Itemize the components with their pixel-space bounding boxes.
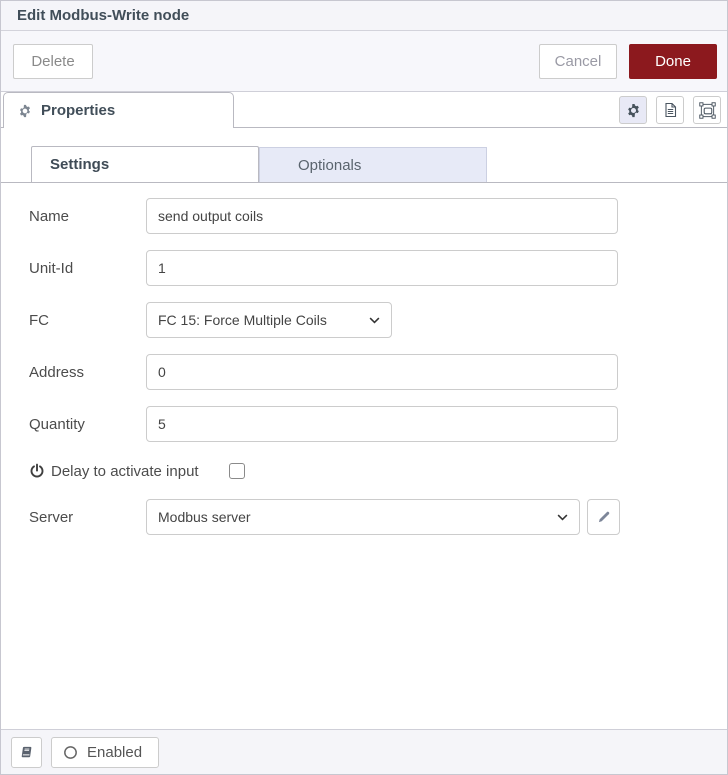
server-select[interactable]: Modbus server [146, 499, 580, 535]
fc-label: FC [29, 311, 49, 329]
delay-label: Delay to activate input [51, 462, 199, 480]
name-row: Name [29, 198, 727, 234]
gear-icon [626, 103, 641, 118]
fc-select[interactable]: FC 15: Force Multiple Coils [146, 302, 392, 338]
dialog-title: Edit Modbus-Write node [17, 7, 190, 24]
fc-selected-value: FC 15: Force Multiple Coils [158, 312, 327, 328]
quantity-row: Quantity [29, 406, 727, 442]
address-input[interactable] [146, 354, 618, 390]
optionals-tab-label: Optionals [298, 156, 362, 174]
dialog-toolbar: Delete Cancel Done [1, 31, 727, 92]
settings-tab-label: Settings [50, 156, 110, 173]
dialog-footer: Enabled [1, 729, 727, 774]
chevron-down-icon [557, 513, 568, 521]
enabled-toggle-button[interactable]: Enabled [51, 736, 160, 768]
settings-form: Name Unit-Id FC FC 15: Force Multiple Co… [1, 183, 727, 551]
book-icon [19, 745, 34, 760]
appearance-icon [698, 101, 716, 119]
edit-node-dialog: Edit Modbus-Write node Delete Cancel Don… [0, 0, 728, 775]
address-label: Address [29, 363, 85, 381]
node-help-button[interactable] [11, 736, 42, 768]
unit-id-input[interactable] [146, 250, 618, 286]
enabled-label: Enabled [87, 743, 143, 761]
properties-tab-label: Properties [41, 102, 116, 119]
name-input[interactable] [146, 198, 618, 234]
properties-panel: Settings Optionals Name Unit-Id FC FC 15… [1, 128, 727, 729]
delete-button[interactable]: Delete [13, 43, 93, 79]
chevron-down-icon [369, 316, 380, 324]
document-icon [663, 102, 678, 118]
tab-properties[interactable]: Properties [3, 92, 234, 128]
server-selected-value: Modbus server [158, 509, 251, 525]
fc-row: FC FC 15: Force Multiple Coils [29, 302, 727, 338]
name-label: Name [29, 207, 70, 225]
gear-icon [18, 104, 32, 118]
edit-server-button[interactable] [587, 499, 620, 535]
delay-row: Delay to activate input [29, 458, 727, 484]
quantity-label: Quantity [29, 415, 85, 433]
editor-tab-bar: Properties [1, 92, 727, 128]
tab-optionals[interactable]: Optionals [259, 147, 487, 182]
editor-tab-buttons [619, 96, 721, 124]
cancel-button[interactable]: Cancel [539, 43, 617, 79]
properties-icon-button[interactable] [619, 96, 647, 124]
unit-id-label: Unit-Id [29, 259, 74, 277]
dialog-titlebar: Edit Modbus-Write node [1, 1, 727, 31]
power-icon [29, 463, 45, 479]
unit-id-row: Unit-Id [29, 250, 727, 286]
delay-checkbox[interactable] [228, 463, 245, 479]
quantity-input[interactable] [146, 406, 618, 442]
pencil-icon [597, 510, 611, 524]
server-label: Server [29, 508, 74, 526]
appearance-icon-button[interactable] [693, 96, 721, 124]
server-row: Server Modbus server [29, 499, 727, 535]
done-button[interactable]: Done [629, 43, 717, 79]
tab-settings[interactable]: Settings [31, 146, 259, 182]
description-icon-button[interactable] [656, 96, 684, 124]
settings-optionals-tabs: Settings Optionals [1, 146, 727, 183]
circle-icon [63, 745, 78, 760]
address-row: Address [29, 354, 727, 390]
